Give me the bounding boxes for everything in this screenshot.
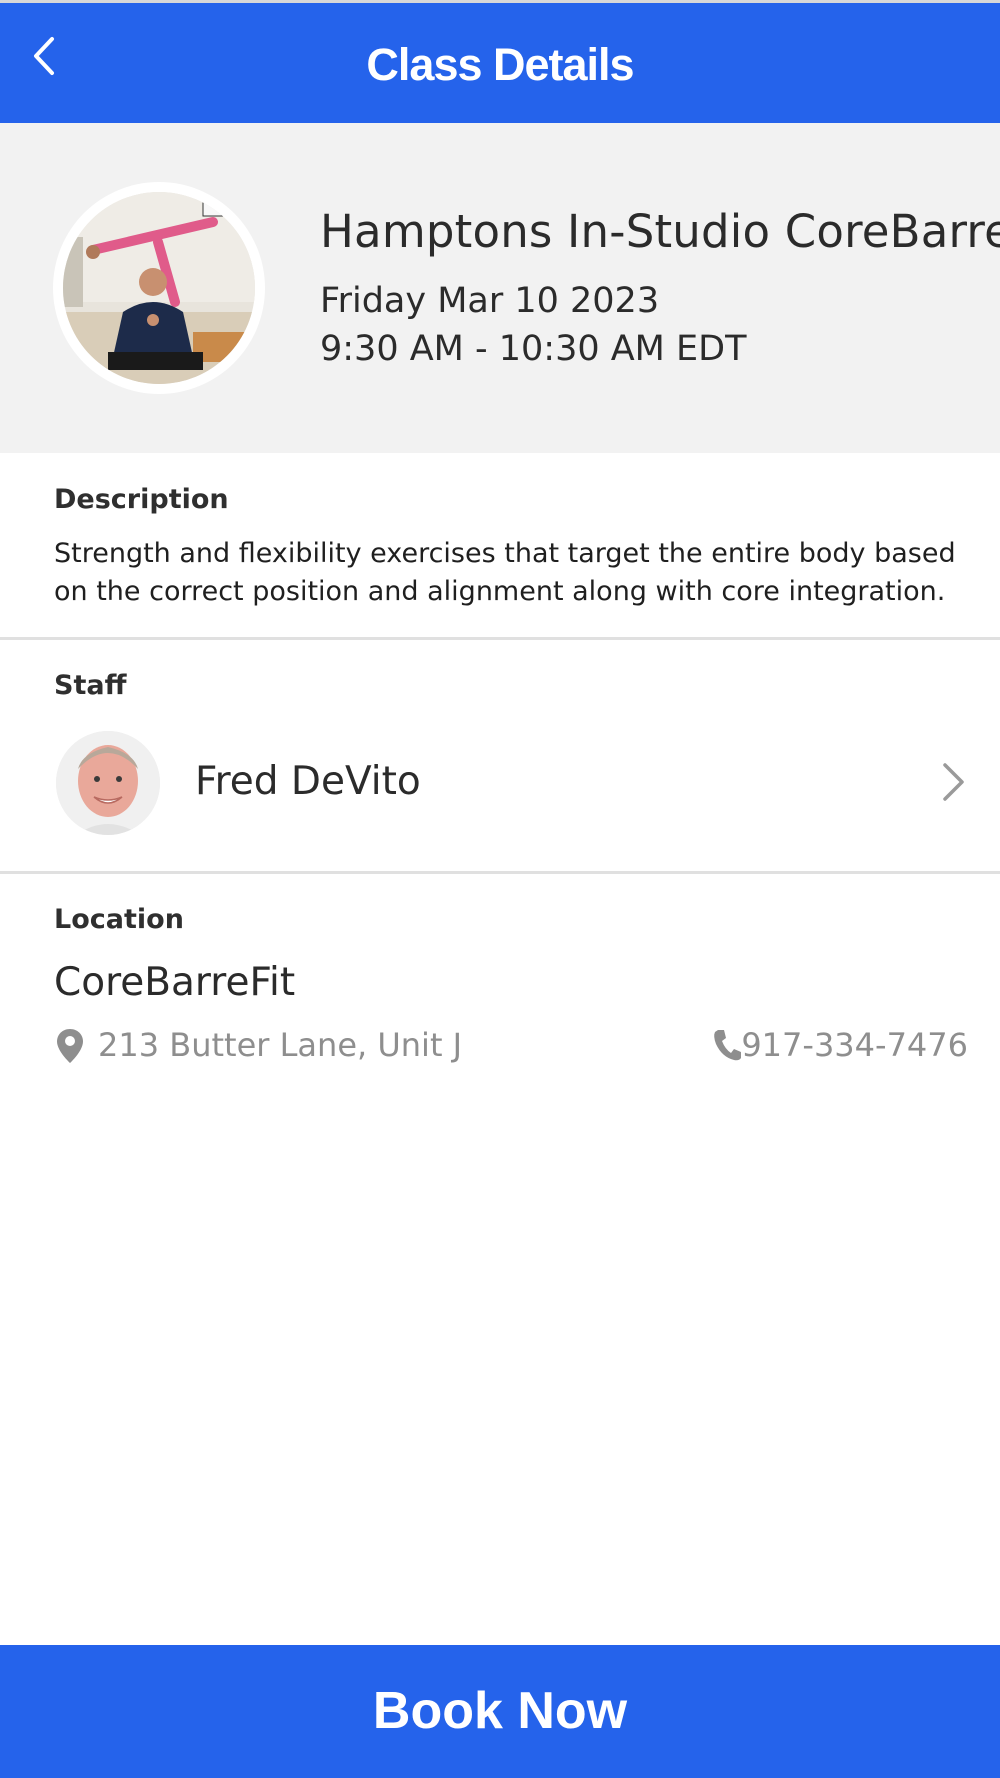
back-button[interactable] [24, 31, 68, 81]
description-text: Strength and flexibility exercises that … [54, 538, 956, 607]
class-summary: Hamptons In-Studio CoreBarre Friday Mar … [0, 123, 1000, 453]
map-pin-icon [57, 1029, 83, 1063]
staff-row[interactable]: Fred DeVito [0, 715, 1000, 855]
book-now-button[interactable]: Book Now [0, 1645, 1000, 1778]
location-label: Location [54, 904, 184, 935]
header-bar: Class Details [0, 3, 1000, 123]
book-now-label: Book Now [372, 1682, 628, 1740]
staff-avatar [56, 731, 160, 835]
class-time: 9:30 AM - 10:30 AM EDT [320, 329, 747, 369]
phone-icon [714, 1030, 741, 1061]
page-title: Class Details [366, 39, 634, 90]
phone-link[interactable]: 917-334-7476 [712, 1024, 982, 1068]
address-text: 213 Butter Lane, Unit J [98, 1026, 463, 1064]
location-name: CoreBarreFit [54, 960, 296, 1005]
class-photo [53, 182, 265, 394]
phone-text: 917-334-7476 [741, 1026, 968, 1064]
divider [0, 637, 1000, 640]
class-photo-image [63, 192, 255, 384]
class-details-screen: Class Details Hamptons In-Studio CoreBar… [0, 0, 1000, 1778]
chevron-right-icon [936, 757, 970, 807]
description-label: Description [54, 484, 229, 515]
staff-name: Fred DeVito [195, 759, 421, 804]
chevron-left-icon [34, 37, 54, 75]
staff-label: Staff [54, 670, 127, 701]
class-date: Friday Mar 10 2023 [320, 281, 660, 321]
divider [0, 871, 1000, 874]
class-title: Hamptons In-Studio CoreBarre [320, 205, 1000, 258]
